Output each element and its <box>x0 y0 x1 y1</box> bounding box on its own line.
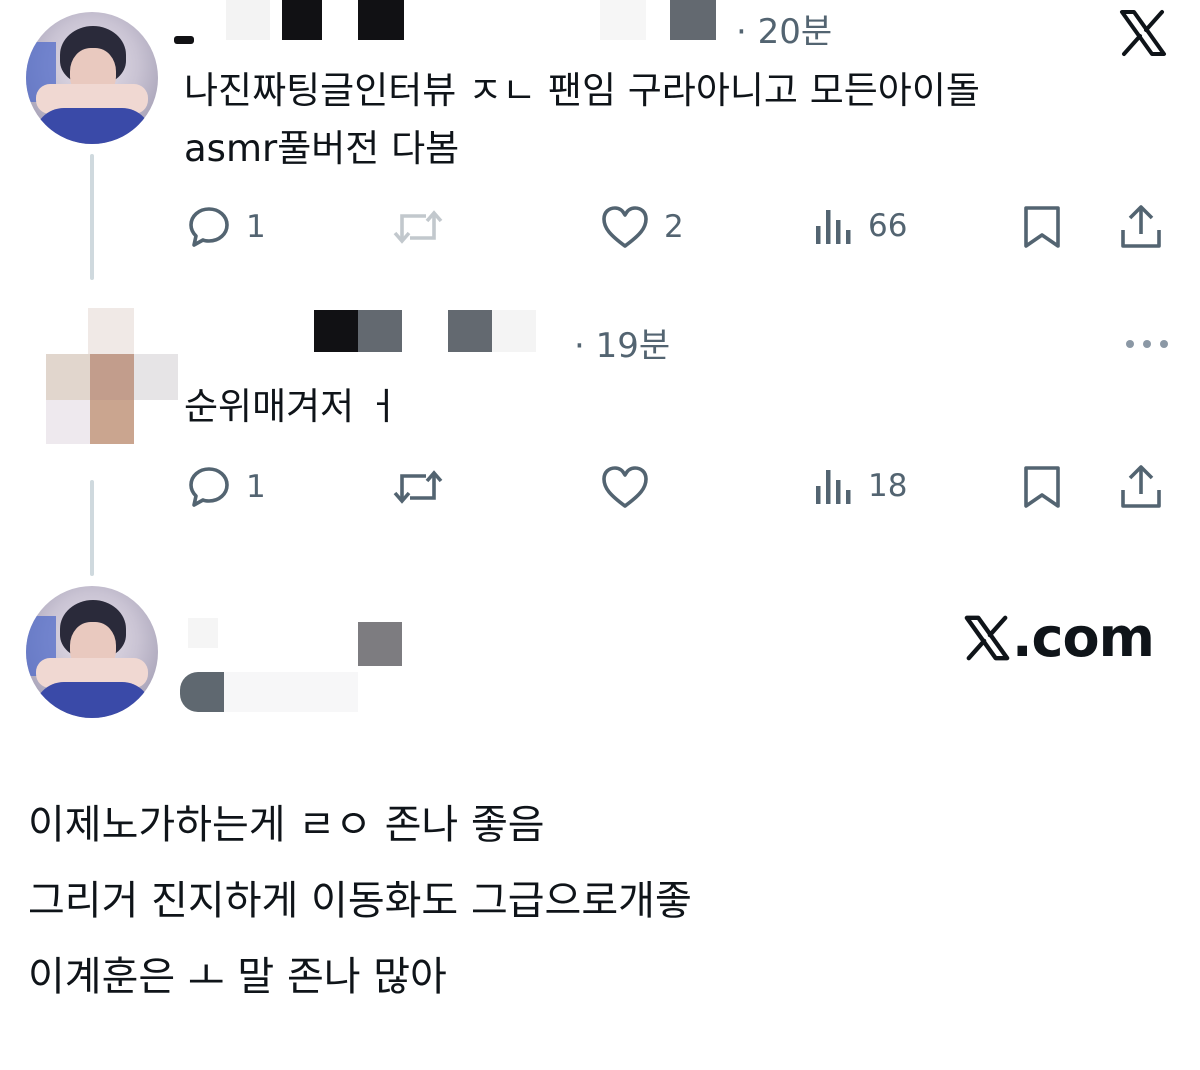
tweet-text-line: asmr풀버전 다봄 <box>184 127 460 170</box>
redacted-username <box>670 0 716 40</box>
more-dot <box>1160 340 1168 348</box>
views-button[interactable]: 66 <box>814 204 907 248</box>
views-button[interactable]: 18 <box>814 464 907 508</box>
tweet-text-line: 이제노가하는게 ㄹㅇ 존나 좋음 <box>28 802 545 848</box>
view-count: 66 <box>868 208 908 244</box>
redacted-username <box>358 622 402 666</box>
avatar[interactable] <box>26 586 158 718</box>
redacted-username <box>492 310 536 352</box>
reply-button[interactable]: 1 <box>186 204 266 250</box>
tweet-text-line: 나진짜팅글인터뷰 ㅈㄴ 팬임 구라아니고 모든아이돌 <box>184 69 980 112</box>
blurred-avatar[interactable] <box>46 306 178 444</box>
more-dot <box>1126 340 1134 348</box>
redacted-username <box>314 310 358 352</box>
tweet-text-line: 순위매겨저 ㅓ <box>184 385 401 428</box>
redacted-username <box>600 0 646 40</box>
retweet-button[interactable] <box>392 464 444 510</box>
redacted-username <box>358 310 402 352</box>
heart-icon <box>602 466 648 508</box>
share-button[interactable] <box>1118 464 1164 510</box>
share-button[interactable] <box>1118 204 1164 250</box>
x-logo-icon <box>964 615 1010 661</box>
more-icon[interactable] <box>1126 340 1168 348</box>
views-icon <box>816 210 851 244</box>
tweet-time[interactable]: · 20분 <box>736 12 832 52</box>
bookmark-icon <box>1024 466 1060 508</box>
reply-count: 1 <box>246 469 266 505</box>
redacted-username <box>188 618 218 648</box>
like-button[interactable]: 2 <box>600 204 684 250</box>
x-com-text: .com <box>1012 606 1155 669</box>
reply-icon <box>189 467 229 507</box>
x-com-label[interactable]: .com <box>962 606 1155 669</box>
bookmark-icon <box>1024 206 1060 248</box>
x-logo-icon[interactable] <box>1118 8 1168 58</box>
reply-count: 1 <box>246 209 266 245</box>
retweet-icon <box>393 210 443 244</box>
redacted-username <box>358 0 404 40</box>
tweet-text-line: 이계훈은 ㅗ 말 존나 많아 <box>28 954 447 1000</box>
share-icon <box>1121 465 1161 508</box>
like-count: 2 <box>664 209 684 245</box>
bookmark-button[interactable] <box>1020 204 1064 250</box>
view-count: 18 <box>868 468 908 504</box>
redacted-username <box>282 0 322 40</box>
retweet-button[interactable] <box>392 204 444 250</box>
tweet-time[interactable]: · 19분 <box>574 326 670 366</box>
more-dot <box>1143 340 1151 348</box>
thread-line <box>90 154 94 280</box>
bookmark-button[interactable] <box>1020 464 1064 510</box>
like-button[interactable] <box>600 464 650 510</box>
reply-icon <box>189 207 229 247</box>
tweet-text-line: 그리거 진지하게 이동화도 그급으로개좋 <box>28 878 692 924</box>
avatar-shirt <box>34 682 152 718</box>
redacted-handle <box>224 672 358 712</box>
redacted-username <box>448 310 492 352</box>
avatar[interactable] <box>26 12 158 144</box>
heart-icon <box>602 206 648 248</box>
avatar-shirt <box>34 108 152 144</box>
redacted-username <box>226 0 270 40</box>
retweet-icon <box>393 470 443 504</box>
redacted-username <box>174 36 194 44</box>
redacted-handle <box>180 672 224 712</box>
views-icon <box>816 470 851 504</box>
reply-button[interactable]: 1 <box>186 464 266 510</box>
thread-line <box>90 480 94 576</box>
share-icon <box>1121 205 1161 248</box>
